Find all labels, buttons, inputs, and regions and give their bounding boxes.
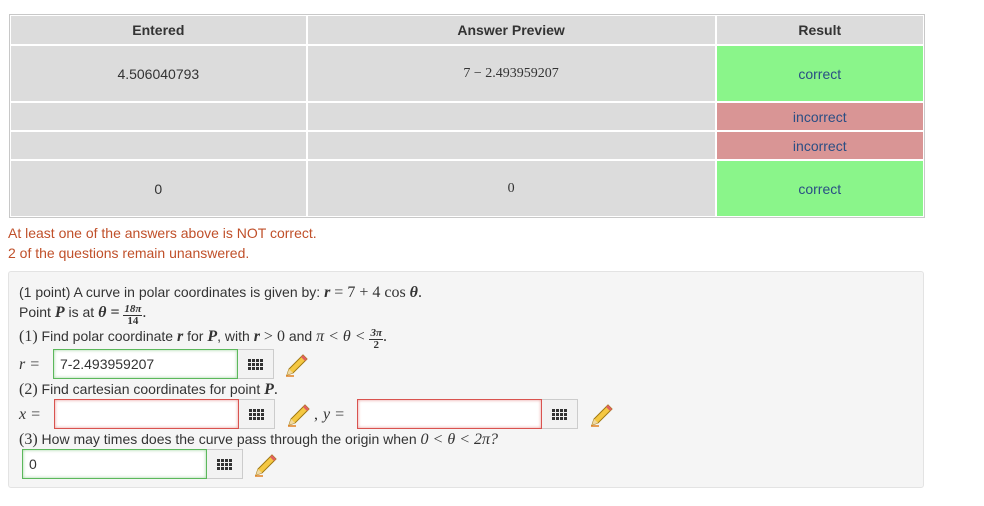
question-1-line: (1) Find polar coordinate r for P, with …: [19, 327, 387, 351]
keyboard-grid-icon: [217, 458, 232, 470]
keyboard-grid-icon: [249, 408, 264, 420]
r-keyboard-button[interactable]: [238, 349, 274, 379]
feedback-messages: At least one of the answers above is NOT…: [8, 223, 317, 263]
pencil-icon[interactable]: [589, 402, 615, 428]
entered-cell: 0: [10, 160, 307, 217]
keyboard-grid-icon: [248, 358, 263, 370]
unanswered-message: 2 of the questions remain unanswered.: [8, 245, 250, 261]
preview-cell: [306, 102, 716, 131]
table-row: incorrect: [10, 131, 924, 160]
pencil-icon[interactable]: [253, 452, 279, 478]
y-answer-input[interactable]: [357, 399, 542, 429]
pencil-icon[interactable]: [286, 402, 312, 428]
r-label: r =: [19, 356, 41, 373]
origin-count-input[interactable]: [22, 449, 207, 479]
header-result: Result: [715, 15, 924, 45]
result-cell-incorrect: incorrect: [715, 131, 924, 160]
upper-bound-fraction: 3π 2: [369, 327, 383, 351]
results-header-row: Entered Answer Preview Result: [10, 15, 924, 45]
question-2-line: (2) Find cartesian coordinates for point…: [19, 381, 278, 398]
x-label: x =: [19, 406, 41, 423]
problem-intro: (1 point) A curve in polar coordinates i…: [19, 284, 321, 300]
preview-cell: 7 − 2.493959207: [306, 45, 716, 102]
preview-cell: 0: [306, 160, 716, 217]
y-keyboard-button[interactable]: [542, 399, 578, 429]
entered-cell: 4.506040793: [10, 45, 307, 102]
x-answer-input[interactable]: [54, 399, 239, 429]
polar-equation: r = 7 + 4 cos θ.: [324, 284, 422, 301]
table-row: incorrect: [10, 102, 924, 131]
result-cell-correct: correct: [715, 160, 924, 217]
y-label: y =: [323, 406, 345, 423]
entered-cell: [10, 131, 307, 160]
result-cell-correct: correct: [715, 45, 924, 102]
origin-keyboard-button[interactable]: [207, 449, 243, 479]
problem-box: (1 point) A curve in polar coordinates i…: [8, 271, 924, 488]
results-table: Entered Answer Preview Result 4.50604079…: [9, 14, 925, 218]
preview-cell: [306, 131, 716, 160]
theta-fraction: 18π 14: [123, 303, 143, 327]
entered-cell: [10, 102, 307, 131]
x-keyboard-button[interactable]: [239, 399, 275, 429]
r-answer-input[interactable]: [53, 349, 238, 379]
theta-equals: θ =: [98, 304, 120, 321]
comma-separator: ,: [314, 406, 318, 423]
table-row: 0 0 correct: [10, 160, 924, 217]
keyboard-grid-icon: [552, 408, 567, 420]
result-cell-incorrect: incorrect: [715, 102, 924, 131]
problem-intro-line: (1 point) A curve in polar coordinates i…: [19, 284, 422, 302]
header-answer-preview: Answer Preview: [306, 15, 716, 45]
pencil-icon[interactable]: [284, 352, 310, 378]
table-row: 4.506040793 7 − 2.493959207 correct: [10, 45, 924, 102]
point-line: Point P is at θ = 18π 14.: [19, 303, 147, 327]
header-entered: Entered: [10, 15, 307, 45]
not-correct-message: At least one of the answers above is NOT…: [8, 225, 317, 241]
question-3-line: (3) How may times does the curve pass th…: [19, 431, 498, 448]
